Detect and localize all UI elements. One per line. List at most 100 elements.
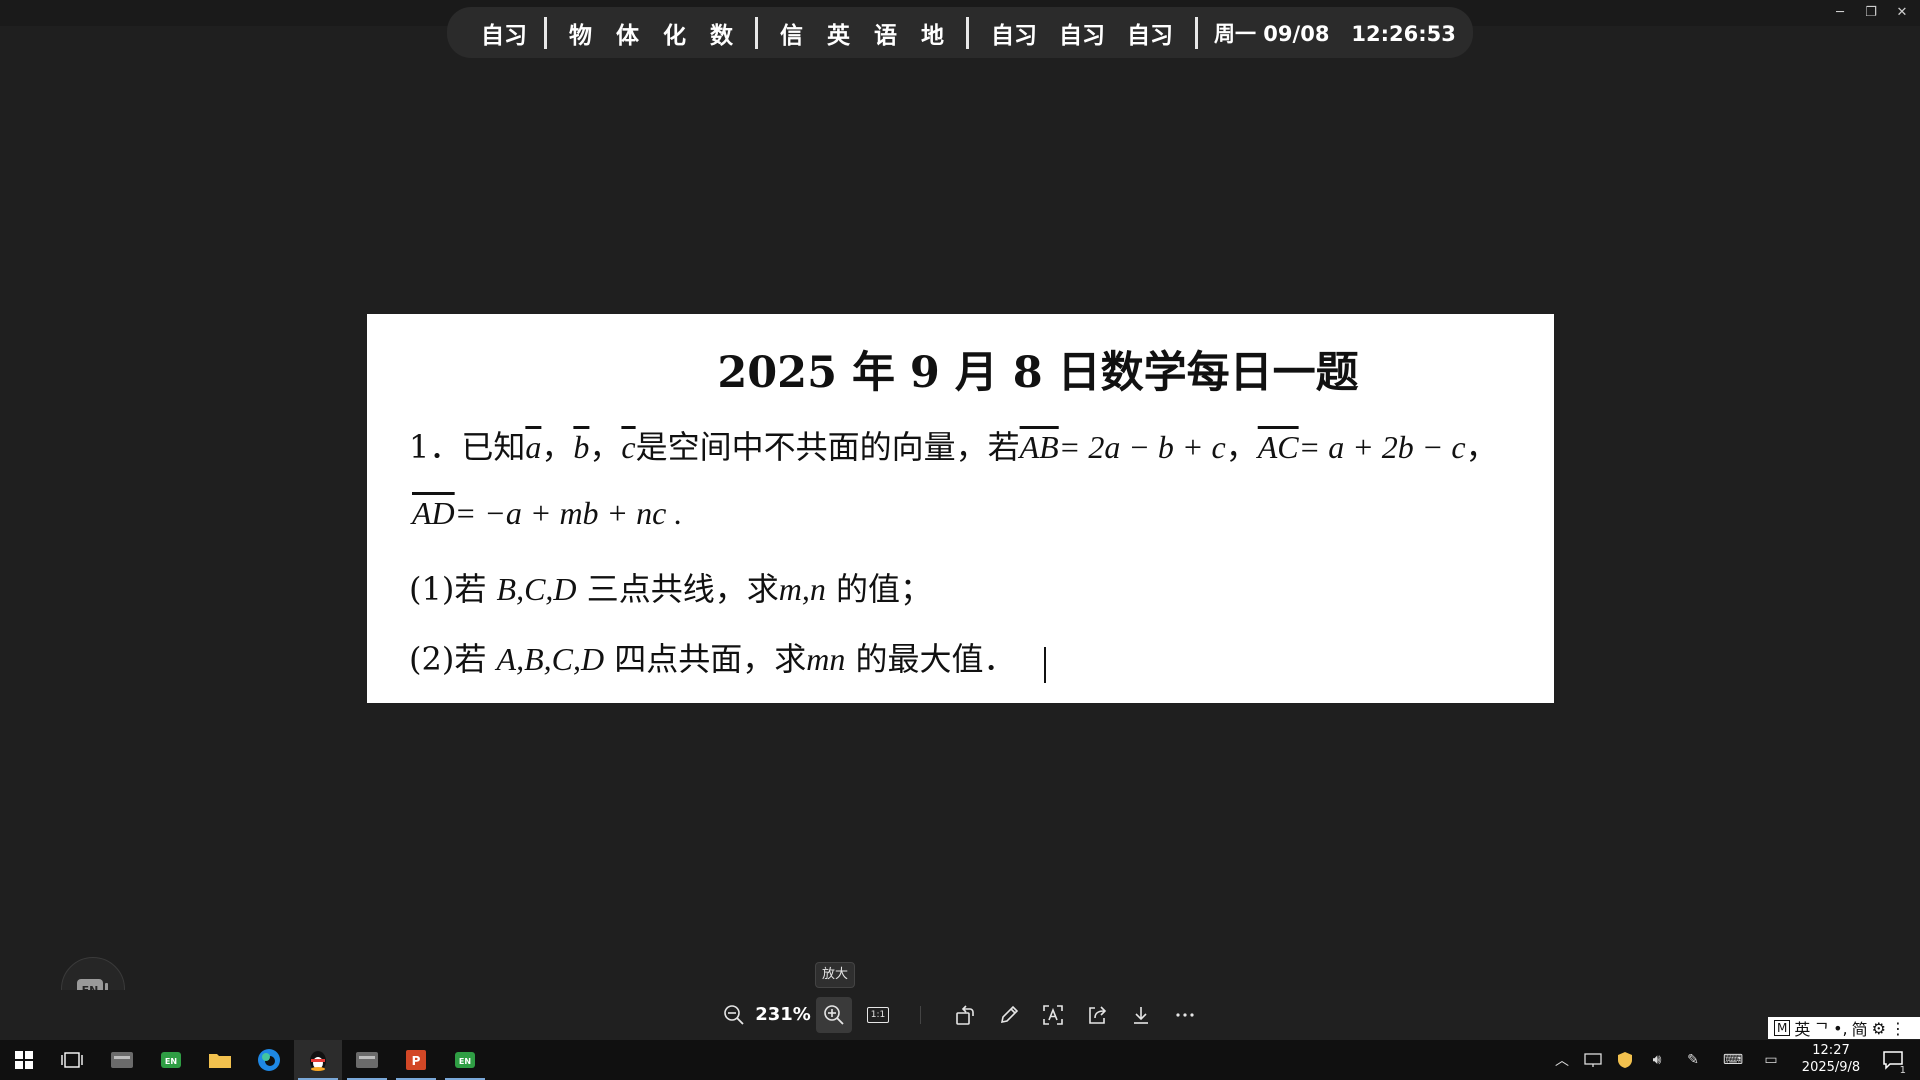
ime-punct[interactable]: •, [1833, 1019, 1848, 1038]
taskbar-edge[interactable] [245, 1040, 293, 1080]
actual-size-icon: 1:1 [867, 1007, 889, 1023]
restore-icon[interactable]: ❐ [1857, 4, 1885, 22]
schedule-slot: 英 [827, 22, 850, 49]
equation-ac: = a + 2b − c [1298, 429, 1466, 465]
svg-text:EN: EN [165, 1057, 177, 1066]
class-schedule-bar: 自习 物 体 化 数 信 英 语 地 自习 自习 自习 周一 09/08 12:… [447, 7, 1473, 58]
notification-button[interactable]: 1 [1876, 1040, 1910, 1080]
close-icon[interactable]: ✕ [1888, 4, 1916, 22]
vector-c: c [621, 429, 636, 465]
schedule-slot: 物 [569, 22, 592, 49]
ime-mode[interactable]: M [1774, 1020, 1791, 1036]
part-1-text: 三点共线，求 [576, 570, 779, 608]
schedule-divider [1195, 16, 1198, 49]
ime-simplified[interactable]: 简 [1852, 1016, 1868, 1040]
tray-chevron-icon[interactable]: ︿ [1550, 1040, 1574, 1080]
part-1-prefix: (1)若 [409, 570, 497, 608]
text-caret [1044, 647, 1046, 683]
pencil-icon [1000, 1005, 1019, 1024]
app-board-icon [111, 1052, 133, 1068]
schedule-slot: 语 [874, 22, 897, 49]
more-button[interactable] [1167, 997, 1203, 1033]
tray-security-icon[interactable] [1612, 1040, 1638, 1080]
tray-volume-icon[interactable]: 🔊︎ [1644, 1040, 1670, 1080]
part-1-vars: m,n [778, 571, 826, 607]
zoom-in-icon [824, 1005, 844, 1025]
comma: ， [1465, 428, 1498, 466]
vector-ac: AC [1257, 429, 1299, 465]
vector-a: a [525, 429, 542, 465]
edit-button[interactable] [991, 997, 1027, 1033]
equation-ad: = −a + mb + nc . [454, 495, 683, 531]
en-app-icon-2: EN [455, 1052, 475, 1068]
text-recognition-button[interactable] [1035, 997, 1071, 1033]
comma: ， [1225, 428, 1258, 466]
taskbar-file-explorer[interactable] [196, 1040, 244, 1080]
tray-keyboard-icon[interactable]: ⌨ [1718, 1040, 1748, 1080]
share-icon [1089, 1006, 1107, 1024]
tray-date: 2025/9/8 [1801, 1060, 1861, 1075]
text-recognition-icon [1043, 1005, 1063, 1025]
rotate-button[interactable] [947, 997, 983, 1033]
task-view-icon [61, 1052, 83, 1068]
tray-time: 12:27 [1812, 1043, 1850, 1058]
schedule-divider [755, 16, 758, 49]
download-icon [1134, 1007, 1148, 1024]
zoom-out-icon [724, 1005, 744, 1025]
tray-tablet-icon[interactable]: ▭ [1758, 1040, 1784, 1080]
start-button[interactable] [0, 1040, 48, 1080]
part-2: (2)若 A,B,C,D 四点共面，求mn 的最大值． [409, 634, 1016, 680]
equation-ab: = 2a − b + c [1058, 429, 1226, 465]
schedule-slot: 化 [663, 22, 686, 49]
part-1: (1)若 B,C,D 三点共线，求m,n 的值； [409, 564, 932, 610]
schedule-slot: 自习 [481, 22, 527, 49]
app-board-icon-2 [356, 1052, 378, 1068]
schedule-slot: 信 [780, 22, 803, 49]
ime-menu-icon[interactable]: ⋮ [1890, 1019, 1906, 1038]
rotate-icon [956, 1005, 974, 1025]
taskbar-app-2[interactable] [343, 1040, 391, 1080]
tray-pen-icon[interactable]: ✎ [1680, 1040, 1706, 1080]
taskbar-app-en[interactable]: EN [147, 1040, 195, 1080]
svg-text:P: P [412, 1054, 421, 1068]
question-text: 是空间中不共面的向量，若 [635, 428, 1020, 466]
viewer-toolbar: 231% 1:1 [0, 990, 1920, 1040]
qq-penguin-icon [310, 1051, 326, 1071]
ime-status-bar[interactable]: M 英 ᄀ •, 简 ⚙ ⋮ [1768, 1017, 1920, 1039]
schedule-slot: 体 [616, 22, 639, 49]
part-2-prefix: (2)若 [409, 640, 497, 678]
minimize-icon[interactable]: ─ [1826, 4, 1854, 22]
question-prefix: 1．已知 [409, 428, 526, 466]
powerpoint-icon: P [406, 1050, 426, 1070]
ime-language[interactable]: 英 [1794, 1016, 1810, 1040]
schedule-clock: 周一 09/08 12:26:53 [1214, 21, 1456, 46]
actual-size-button[interactable]: 1:1 [860, 997, 896, 1033]
part-2-vars: mn [806, 641, 846, 677]
folder-icon [209, 1054, 231, 1068]
tray-clock[interactable]: 12:27 2025/9/8 [1784, 1042, 1878, 1076]
task-view-button[interactable] [48, 1040, 96, 1080]
tray-network-icon[interactable] [1580, 1040, 1606, 1080]
vector-b: b [573, 429, 590, 465]
share-button[interactable] [1079, 997, 1115, 1033]
taskbar-app-1[interactable] [98, 1040, 146, 1080]
taskbar-app-en-2[interactable]: EN [441, 1040, 489, 1080]
schedule-slot: 自习 [1127, 22, 1173, 49]
taskbar: EN P EN ︿ 🔊︎ ✎ ⌨ ▭ 12:27 2025/9/8 1 [0, 1040, 1920, 1080]
ime-settings-icon[interactable]: ⚙ [1872, 1019, 1886, 1038]
download-button[interactable] [1123, 997, 1159, 1033]
ime-moon[interactable]: ᄀ [1814, 1016, 1829, 1040]
part-2-tail: 的最大值． [845, 640, 1016, 678]
part-2-points: A,B,C,D [496, 641, 605, 677]
zoom-in-button[interactable] [816, 997, 852, 1033]
displayed-image[interactable]: 2025 年 9 月 8 日数学每日一题 1．已知a ， b ， c是空间中不共面的向量… [367, 314, 1554, 703]
zoom-in-tooltip: 放大 [815, 962, 855, 988]
zoom-out-button[interactable] [716, 997, 752, 1033]
schedule-divider [544, 16, 547, 49]
zoom-level[interactable]: 231% [755, 1004, 811, 1025]
taskbar-powerpoint[interactable]: P [392, 1040, 440, 1080]
schedule-slot: 地 [921, 22, 944, 49]
taskbar-qq[interactable] [294, 1040, 342, 1080]
schedule-slot: 自习 [991, 22, 1037, 49]
problem-title: 2025 年 9 月 8 日数学每日一题 [717, 348, 1359, 398]
